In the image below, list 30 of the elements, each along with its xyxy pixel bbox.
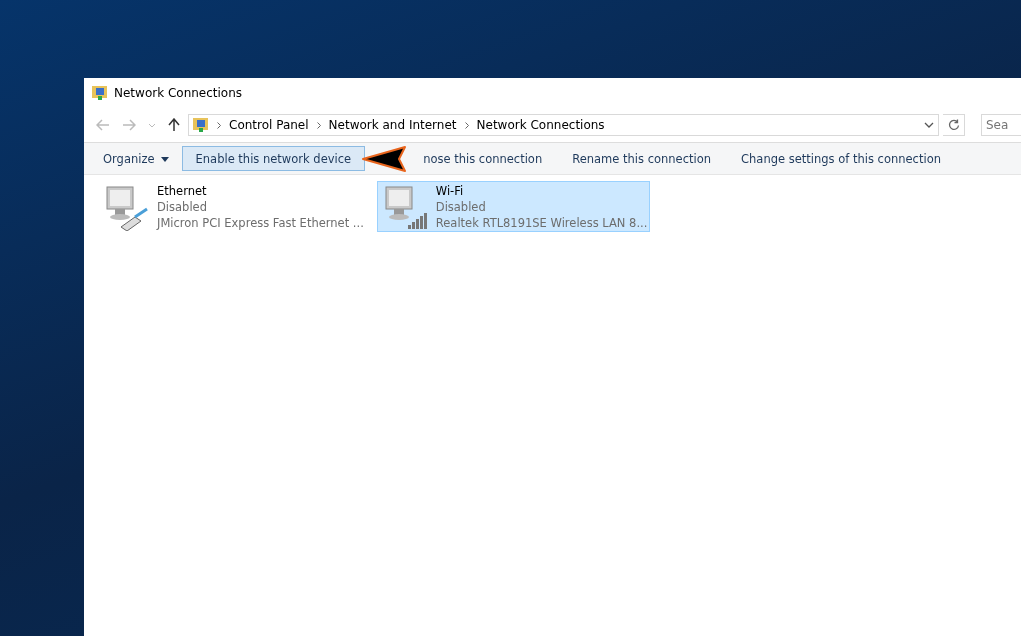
chevron-right-icon bbox=[316, 121, 321, 129]
adapter-name: Realtek RTL8191SE Wireless LAN 8... bbox=[435, 215, 648, 231]
connection-status: Disabled bbox=[157, 199, 208, 215]
organize-menu[interactable]: Organize bbox=[92, 146, 180, 171]
chevron-right-icon bbox=[464, 121, 469, 129]
breadcrumb[interactable]: Network and Internet bbox=[328, 118, 457, 132]
search-field[interactable]: Sea bbox=[981, 114, 1021, 136]
connection-item[interactable]: Wi-Fi Disabled Realtek RTL8191SE Wireless LAN 8... bbox=[376, 181, 651, 232]
breadcrumb[interactable]: Network Connections bbox=[476, 118, 605, 132]
pointer-arrow bbox=[361, 144, 408, 173]
refresh-button[interactable] bbox=[943, 114, 965, 136]
connection-name: Ethernet bbox=[157, 183, 208, 199]
adapter-name: JMicron PCI Express Fast Ethernet ... bbox=[157, 215, 364, 231]
network-folder-icon bbox=[92, 85, 108, 101]
refresh-icon bbox=[947, 119, 960, 131]
connection-name: Wi-Fi bbox=[435, 183, 465, 199]
toolbar-button[interactable]: nose this connection bbox=[409, 146, 557, 171]
address-bar[interactable]: Control Panel Network and Internet Network Connections bbox=[188, 114, 940, 136]
up-arrow-icon[interactable] bbox=[168, 118, 180, 132]
connection-item[interactable]: Ethernet Disabled JMicron PCI Express Fast Ethernet ... bbox=[98, 181, 367, 232]
toolbar-button[interactable]: Rename this connection bbox=[558, 146, 726, 171]
toolbar-button[interactable]: Enable this network device bbox=[181, 146, 366, 171]
caret-icon bbox=[160, 156, 169, 162]
chevron-right-icon bbox=[217, 121, 221, 129]
network-folder-icon bbox=[193, 117, 209, 133]
connection-status: Disabled bbox=[435, 199, 487, 215]
window-title: Network Connections bbox=[114, 86, 243, 100]
breadcrumb[interactable]: Control Panel bbox=[229, 118, 309, 132]
toolbar-button[interactable]: Change settings of this connection bbox=[727, 146, 955, 171]
chevron-down-icon[interactable] bbox=[924, 122, 935, 128]
